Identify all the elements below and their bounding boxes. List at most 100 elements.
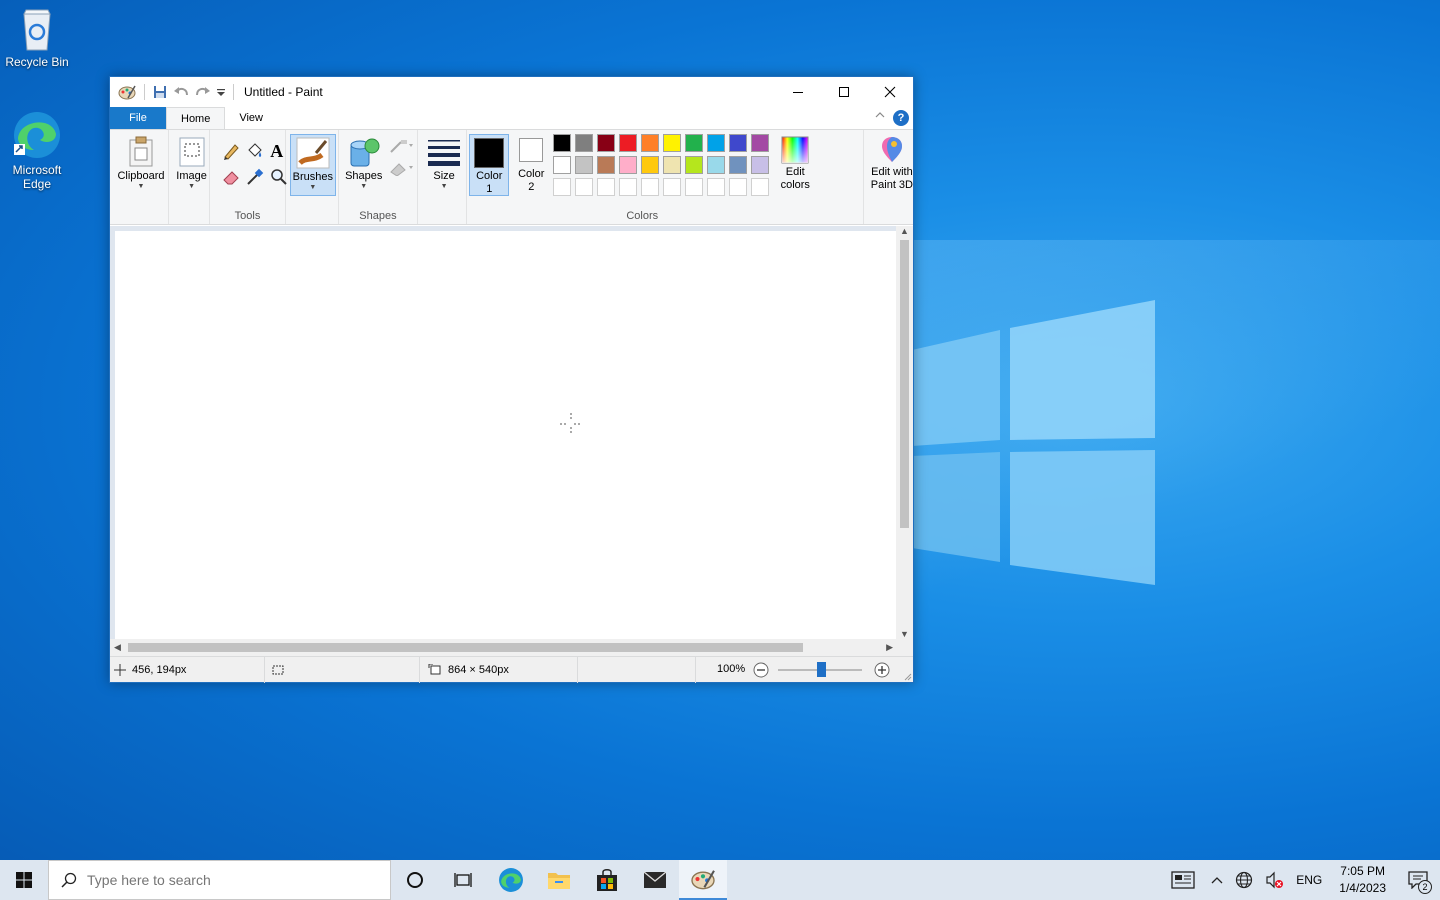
drawing-canvas[interactable]: [115, 231, 897, 639]
volume-button[interactable]: [1259, 860, 1289, 900]
color-swatch[interactable]: [619, 178, 638, 196]
tab-view[interactable]: View: [225, 107, 277, 129]
zoom-out-icon[interactable]: [753, 662, 769, 678]
color-swatch[interactable]: [597, 178, 616, 196]
select-icon: [179, 137, 205, 167]
color1-button[interactable]: Color 1: [469, 134, 510, 196]
taskbar: ENG 7:05 PM 1/4/2023 2: [0, 860, 1440, 900]
outline-icon[interactable]: [389, 138, 413, 154]
save-icon[interactable]: [153, 85, 167, 99]
news-widget-button[interactable]: [1161, 860, 1205, 900]
desktop-icon-recycle-bin[interactable]: Recycle Bin: [0, 6, 74, 69]
resize-grip-icon[interactable]: [902, 671, 912, 681]
color-swatch[interactable]: [751, 156, 770, 174]
color-swatch[interactable]: [729, 134, 748, 152]
image-button[interactable]: Image ▼: [173, 136, 211, 191]
color-swatch[interactable]: [707, 134, 726, 152]
search-input[interactable]: [87, 872, 367, 888]
color-swatch[interactable]: [663, 156, 682, 174]
color-swatch[interactable]: [663, 178, 682, 196]
taskbar-app-store[interactable]: [583, 860, 631, 900]
color-swatch[interactable]: [729, 156, 748, 174]
color-swatch[interactable]: [575, 134, 594, 152]
scroll-left-icon[interactable]: ◀: [114, 642, 121, 653]
zoom-slider-thumb[interactable]: [817, 662, 826, 677]
scroll-down-icon[interactable]: ▼: [900, 629, 909, 639]
horizontal-scrollbar[interactable]: ◀ ▶: [110, 639, 897, 656]
size-button[interactable]: Size ▼: [424, 136, 464, 191]
shapes-button[interactable]: Shapes ▼: [341, 136, 387, 191]
color-swatch[interactable]: [641, 156, 660, 174]
scroll-right-icon[interactable]: ▶: [886, 642, 893, 653]
brushes-button[interactable]: Brushes ▼: [289, 134, 336, 196]
color-swatch[interactable]: [553, 134, 572, 152]
horizontal-scroll-thumb[interactable]: [128, 643, 803, 652]
color-swatch[interactable]: [751, 134, 770, 152]
collapse-ribbon-icon[interactable]: [875, 111, 885, 119]
color-swatch[interactable]: [641, 134, 660, 152]
customize-qat-icon[interactable]: [217, 87, 225, 97]
taskbar-app-paint[interactable]: [679, 860, 727, 900]
paint-app-icon[interactable]: [118, 84, 136, 100]
color1-number: 1: [486, 183, 493, 195]
taskbar-app-file-explorer[interactable]: [535, 860, 583, 900]
desktop-icon-label: Microsoft Edge: [12, 163, 62, 191]
taskbar-app-mail[interactable]: [631, 860, 679, 900]
line-size-icon: [428, 140, 461, 166]
redo-icon[interactable]: [195, 85, 211, 99]
minimize-button[interactable]: [775, 77, 821, 107]
edit-with-paint3d-button[interactable]: Edit with Paint 3D: [864, 136, 920, 192]
edit-colors-button[interactable]: Edit colors: [775, 136, 815, 192]
color2-button[interactable]: Color 2: [513, 138, 549, 194]
pencil-icon[interactable]: [222, 142, 240, 160]
color-swatch[interactable]: [553, 178, 572, 196]
color-swatch[interactable]: [685, 178, 704, 196]
undo-icon[interactable]: [173, 85, 189, 99]
cortana-button[interactable]: [391, 860, 439, 900]
vertical-scroll-thumb[interactable]: [900, 240, 909, 528]
taskbar-clock[interactable]: 7:05 PM 1/4/2023: [1329, 863, 1396, 897]
color-swatch[interactable]: [641, 178, 660, 196]
clipboard-button[interactable]: Clipboard ▼: [115, 136, 167, 191]
task-view-button[interactable]: [439, 860, 487, 900]
fill-icon[interactable]: [246, 142, 264, 160]
text-icon[interactable]: A: [270, 142, 283, 160]
color-swatch[interactable]: [707, 178, 726, 196]
color-swatch[interactable]: [619, 156, 638, 174]
zoom-in-icon[interactable]: [874, 662, 890, 678]
tab-home[interactable]: Home: [166, 107, 226, 129]
maximize-button[interactable]: [821, 77, 867, 107]
vertical-scrollbar[interactable]: ▲ ▼: [896, 226, 913, 639]
maximize-icon: [839, 87, 849, 97]
notification-center-button[interactable]: 2: [1396, 860, 1440, 900]
show-hidden-icons-button[interactable]: [1205, 860, 1229, 900]
color-swatch[interactable]: [663, 134, 682, 152]
fill-shape-icon[interactable]: [389, 160, 413, 176]
clipboard-group: Clipboard ▼: [110, 130, 169, 224]
color-swatch[interactable]: [685, 156, 704, 174]
color-swatch[interactable]: [729, 178, 748, 196]
color-swatch[interactable]: [575, 178, 594, 196]
close-button[interactable]: [867, 77, 913, 107]
color-swatch[interactable]: [597, 134, 616, 152]
desktop-icon-label: Recycle Bin: [5, 55, 69, 69]
desktop-icon-edge[interactable]: Microsoft Edge: [0, 110, 74, 191]
taskbar-app-edge[interactable]: [487, 860, 535, 900]
taskbar-search-box[interactable]: [48, 860, 391, 900]
scroll-up-icon[interactable]: ▲: [900, 226, 909, 236]
color-swatch[interactable]: [707, 156, 726, 174]
color-swatch[interactable]: [575, 156, 594, 174]
input-language[interactable]: ENG: [1289, 860, 1329, 900]
start-button[interactable]: [0, 860, 48, 900]
color-swatch[interactable]: [619, 134, 638, 152]
tab-file[interactable]: File: [110, 107, 166, 129]
zoom-level: 100%: [717, 663, 746, 675]
color-swatch[interactable]: [751, 178, 770, 196]
network-button[interactable]: [1229, 860, 1259, 900]
color-picker-icon[interactable]: [246, 168, 264, 186]
eraser-icon[interactable]: [222, 168, 240, 186]
color-swatch[interactable]: [597, 156, 616, 174]
help-button[interactable]: ?: [893, 110, 909, 126]
color-swatch[interactable]: [685, 134, 704, 152]
color-swatch[interactable]: [553, 156, 572, 174]
